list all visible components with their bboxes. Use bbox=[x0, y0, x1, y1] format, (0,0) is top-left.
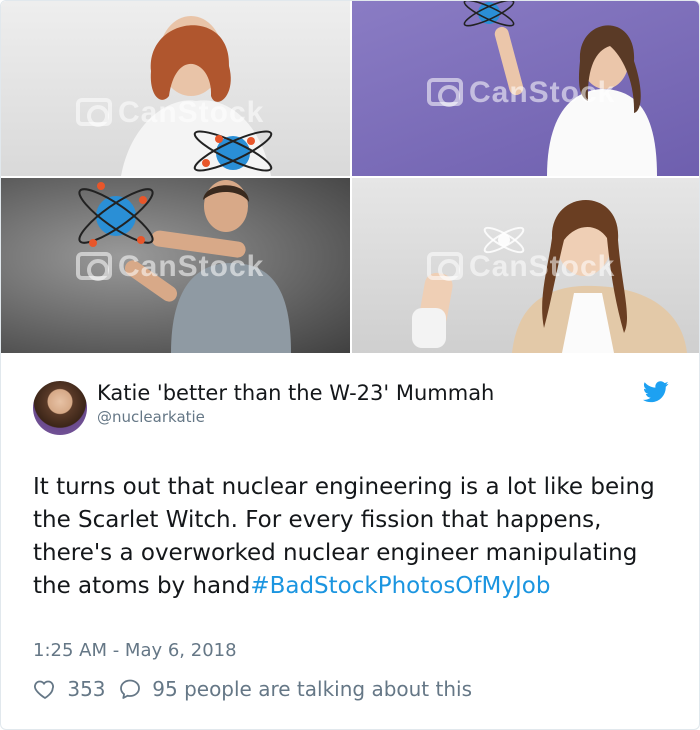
author-name[interactable]: Katie 'better than the W-23' Mummah bbox=[97, 381, 494, 405]
tweet-text: It turns out that nuclear engineering is… bbox=[33, 471, 673, 603]
watermark: CanStock bbox=[76, 250, 264, 284]
stock-photo-4[interactable]: CanStock bbox=[352, 178, 699, 353]
heart-icon[interactable] bbox=[33, 677, 57, 701]
stock-photo-1-scene bbox=[121, 16, 273, 176]
camera-icon bbox=[427, 252, 463, 281]
stock-photo-2[interactable]: CanStock bbox=[352, 1, 699, 176]
tweet-timestamp[interactable]: 1:25 AM - May 6, 2018 bbox=[33, 640, 237, 661]
camera-icon bbox=[76, 98, 112, 127]
reply-icon[interactable] bbox=[118, 677, 142, 701]
stock-photo-3[interactable]: CanStock bbox=[1, 178, 350, 353]
camera-icon bbox=[76, 252, 112, 281]
watermark: CanStock bbox=[427, 76, 615, 110]
watermark: CanStock bbox=[76, 96, 264, 130]
tweet-actions: 353 95 people are talking about this bbox=[33, 675, 478, 705]
camera-icon bbox=[427, 78, 463, 107]
avatar[interactable] bbox=[33, 381, 87, 435]
author-handle[interactable]: @nuclearkatie bbox=[97, 408, 205, 426]
watermark: CanStock bbox=[427, 250, 615, 284]
stock-photo-1[interactable]: CanStock bbox=[1, 1, 350, 176]
twitter-bird-icon[interactable] bbox=[643, 381, 669, 403]
replies-text[interactable]: 95 people are talking about this bbox=[152, 677, 472, 701]
tweet-body: Katie 'better than the W-23' Mummah @nuc… bbox=[1, 353, 699, 729]
photo-grid[interactable]: CanStock CanStock CanStock CanStock bbox=[1, 1, 699, 353]
hashtag-link[interactable]: #BadStockPhotosOfMyJob bbox=[250, 573, 550, 599]
like-count[interactable]: 353 bbox=[67, 677, 105, 701]
tweet-card[interactable]: CanStock CanStock CanStock CanStock Kati… bbox=[0, 0, 700, 730]
